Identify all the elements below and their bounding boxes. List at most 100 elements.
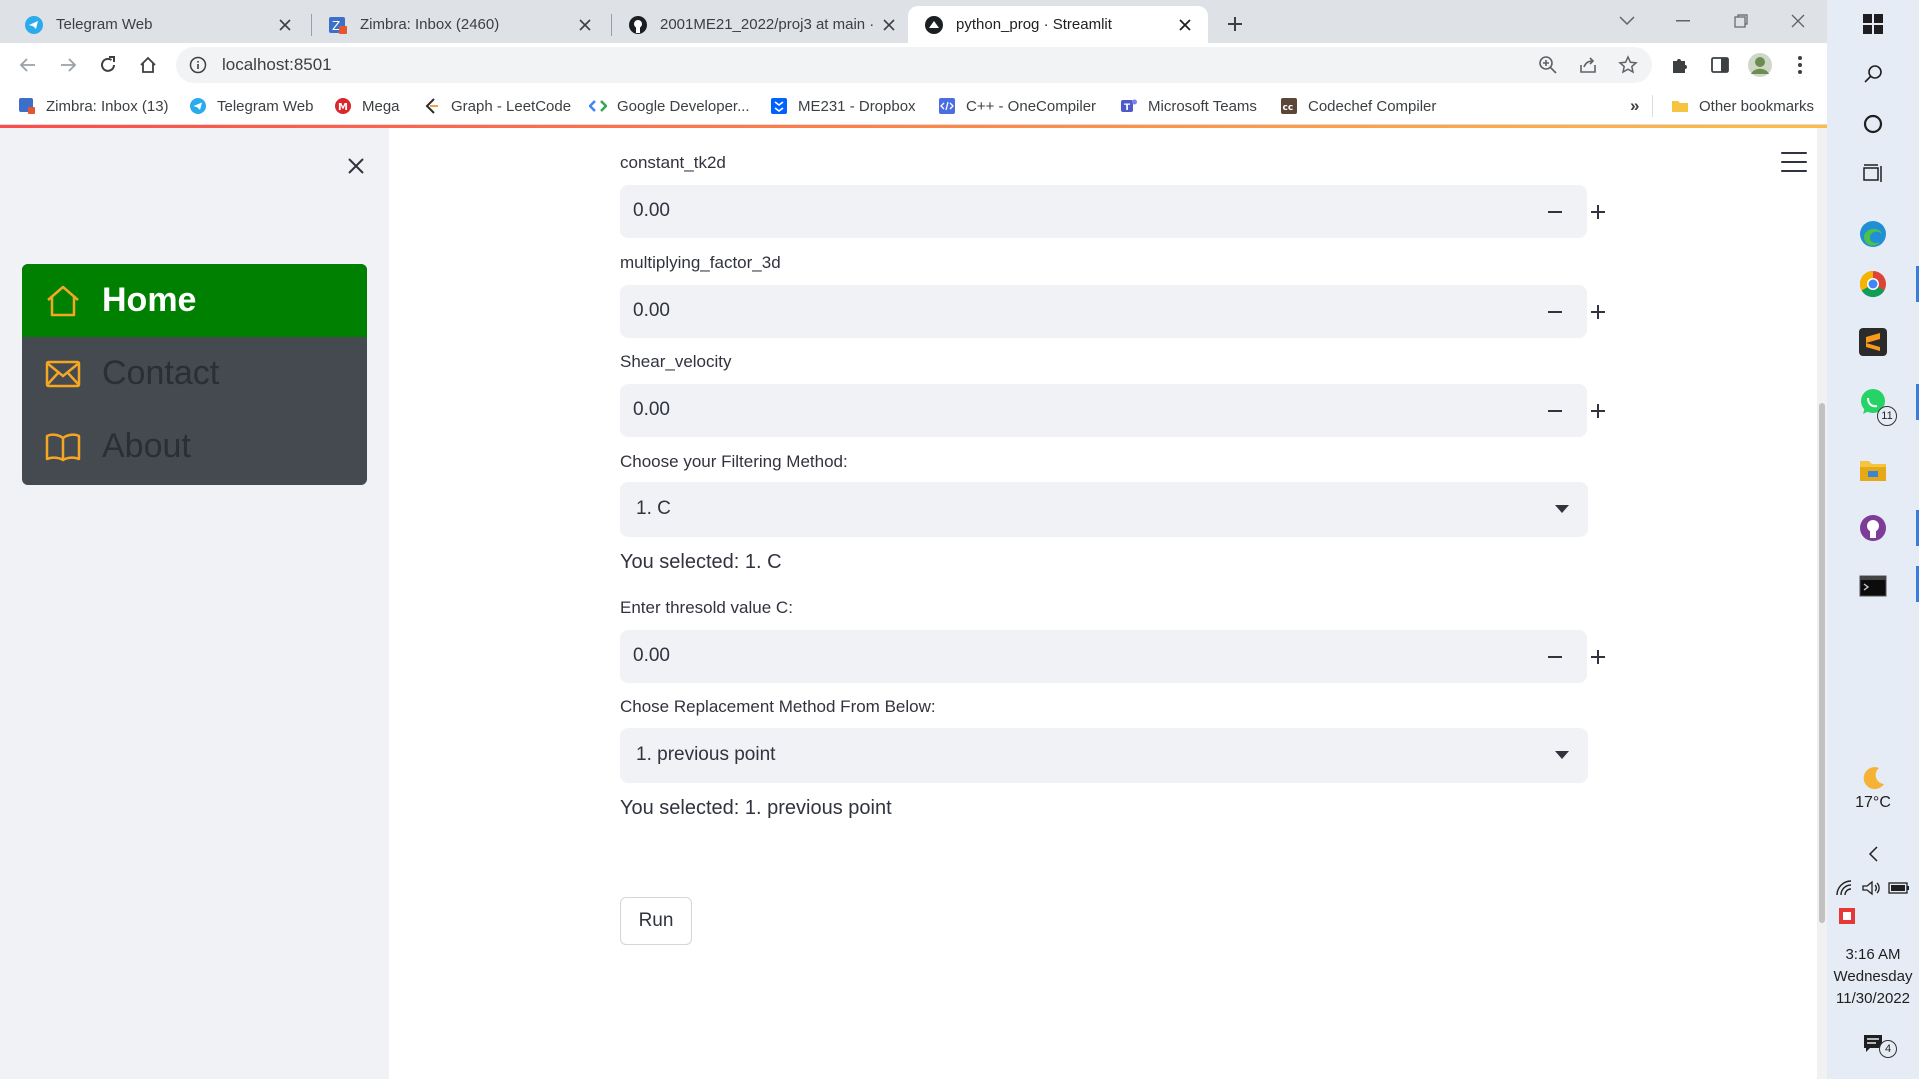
main-content: constant_tk2d 0.00 multiplying_factor_3d… bbox=[389, 128, 1827, 1079]
restore-button[interactable] bbox=[1718, 6, 1764, 36]
close-tab-icon[interactable] bbox=[880, 16, 898, 34]
bookmark-label: Other bookmarks bbox=[1699, 97, 1815, 115]
menu-item-about[interactable]: About bbox=[22, 410, 367, 483]
new-tab-button[interactable] bbox=[1222, 11, 1248, 37]
close-tab-icon[interactable] bbox=[276, 16, 294, 34]
constant-tk2d-input[interactable]: 0.00 bbox=[620, 185, 1605, 238]
plus-icon bbox=[1228, 17, 1242, 31]
chevron-left-icon bbox=[1868, 846, 1878, 862]
tab-zimbra[interactable]: Z Zimbra: Inbox (2460) bbox=[312, 6, 608, 43]
taskbar-whatsapp[interactable] bbox=[1827, 380, 1919, 424]
bookmark-teams[interactable]: T Microsoft Teams bbox=[1120, 95, 1257, 117]
main-menu-button[interactable] bbox=[1781, 152, 1807, 172]
taskbar-file-explorer[interactable] bbox=[1827, 448, 1919, 492]
taskbar-terminal[interactable] bbox=[1827, 564, 1919, 608]
svg-text:T: T bbox=[1124, 103, 1131, 113]
reload-button[interactable] bbox=[92, 49, 124, 81]
bookmark-leetcode[interactable]: Graph - LeetCode bbox=[423, 95, 571, 117]
bookmark-label: Telegram Web bbox=[217, 97, 314, 115]
tray-app-icon[interactable] bbox=[1827, 894, 1919, 938]
bookmark-label: Graph - LeetCode bbox=[451, 97, 572, 115]
menu-item-label: Home bbox=[102, 281, 197, 319]
extensions-button[interactable] bbox=[1664, 49, 1696, 81]
increment-button[interactable] bbox=[1579, 293, 1617, 331]
zoom-button[interactable] bbox=[1532, 49, 1564, 81]
svg-text:cc: cc bbox=[1283, 103, 1294, 113]
decrement-button[interactable] bbox=[1536, 392, 1574, 430]
chevron-down-icon bbox=[1619, 16, 1635, 26]
select-value: 1. previous point bbox=[636, 744, 776, 765]
bookmark-divider bbox=[1652, 95, 1653, 117]
side-panel-button[interactable] bbox=[1704, 49, 1736, 81]
puzzle-icon bbox=[1673, 59, 1687, 73]
bookmarks-bar: Zimbra: Inbox (13) Telegram Web M Mega G… bbox=[0, 87, 1827, 125]
input-value: 0.00 bbox=[633, 399, 670, 420]
minimize-button[interactable] bbox=[1660, 6, 1706, 36]
tab-search-button[interactable] bbox=[1604, 6, 1650, 36]
profile-avatar[interactable] bbox=[1744, 49, 1776, 81]
taskbar-github-desktop[interactable] bbox=[1827, 506, 1919, 550]
whatsapp-badge: 11 bbox=[1877, 406, 1897, 426]
menu-item-home[interactable]: Home bbox=[22, 264, 367, 337]
bookmark-codechef[interactable]: cc Codechef Compiler bbox=[1280, 95, 1436, 117]
bookmark-label: C++ - OneCompiler bbox=[966, 97, 1097, 115]
scrollbar-thumb[interactable] bbox=[1819, 403, 1825, 923]
back-button[interactable] bbox=[12, 49, 44, 81]
search-button[interactable] bbox=[1827, 52, 1919, 96]
tab-title: python_prog · Streamlit bbox=[956, 16, 1112, 33]
close-tab-icon[interactable] bbox=[1176, 16, 1194, 34]
bookmark-label: Google Developer... bbox=[617, 97, 750, 115]
select-value: 1. C bbox=[636, 498, 671, 519]
svg-text:Z: Z bbox=[332, 19, 340, 33]
tab-streamlit[interactable]: python_prog · Streamlit bbox=[908, 6, 1208, 43]
decrement-button[interactable] bbox=[1536, 193, 1574, 231]
close-sidebar-button[interactable] bbox=[340, 150, 372, 182]
taskbar-edge[interactable] bbox=[1827, 212, 1919, 256]
address-bar[interactable]: localhost:8501 bbox=[176, 47, 1652, 83]
bookmark-telegram[interactable]: Telegram Web bbox=[189, 95, 313, 117]
filter-method-select[interactable]: 1. C bbox=[620, 482, 1588, 537]
decrement-button[interactable] bbox=[1536, 638, 1574, 676]
increment-button[interactable] bbox=[1579, 193, 1617, 231]
bookmark-zimbra[interactable]: Zimbra: Inbox (13) bbox=[18, 95, 169, 117]
more-bookmarks-button[interactable]: » bbox=[1630, 95, 1639, 117]
bookmark-mega[interactable]: M Mega bbox=[334, 95, 400, 117]
close-window-button[interactable] bbox=[1775, 6, 1821, 36]
browser-menu-button[interactable] bbox=[1784, 49, 1816, 81]
multiplying-factor-3d-input[interactable]: 0.00 bbox=[620, 285, 1605, 338]
bookmark-star-button[interactable] bbox=[1612, 49, 1644, 81]
info-icon[interactable] bbox=[188, 55, 208, 75]
increment-button[interactable] bbox=[1579, 638, 1617, 676]
share-button[interactable] bbox=[1572, 49, 1604, 81]
tab-telegram[interactable]: Telegram Web bbox=[8, 6, 308, 43]
decrement-button[interactable] bbox=[1536, 293, 1574, 331]
minus-icon bbox=[1548, 311, 1562, 313]
threshold-input[interactable]: 0.00 bbox=[620, 630, 1605, 683]
task-view-button[interactable] bbox=[1827, 152, 1919, 196]
sublime-text-icon bbox=[1859, 328, 1887, 356]
shear-velocity-input[interactable]: 0.00 bbox=[620, 384, 1605, 437]
battery-icon[interactable] bbox=[1887, 882, 1910, 894]
onecompiler-icon bbox=[938, 97, 956, 115]
bookmark-label: Codechef Compiler bbox=[1308, 97, 1437, 115]
bookmark-dropbox[interactable]: ME231 - Dropbox bbox=[770, 95, 916, 117]
other-bookmarks-folder[interactable]: Other bookmarks bbox=[1671, 95, 1814, 117]
taskbar-sublime[interactable] bbox=[1827, 320, 1919, 364]
home-icon bbox=[140, 56, 156, 73]
home-button[interactable] bbox=[132, 49, 164, 81]
taskbar-chrome[interactable] bbox=[1827, 262, 1919, 306]
menu-item-contact[interactable]: Contact bbox=[22, 337, 367, 410]
action-center-button[interactable] bbox=[1827, 1022, 1919, 1066]
increment-button[interactable] bbox=[1579, 392, 1617, 430]
close-tab-icon[interactable] bbox=[576, 16, 594, 34]
start-button[interactable] bbox=[1827, 2, 1919, 46]
book-icon bbox=[44, 428, 82, 466]
replacement-method-select[interactable]: 1. previous point bbox=[620, 728, 1588, 783]
run-button[interactable]: Run bbox=[620, 897, 692, 945]
windows-taskbar: 11 17°C 3:16 AM Wednesday 11/30/2022 4 bbox=[1827, 0, 1919, 1079]
cortana-button[interactable] bbox=[1827, 102, 1919, 146]
bookmark-google-developers[interactable]: Google Developer... bbox=[589, 95, 750, 117]
tab-github[interactable]: 2001ME21_2022/proj3 at main · bbox=[612, 6, 912, 43]
bookmark-onecompiler[interactable]: C++ - OneCompiler bbox=[938, 95, 1096, 117]
forward-button[interactable] bbox=[52, 49, 84, 81]
